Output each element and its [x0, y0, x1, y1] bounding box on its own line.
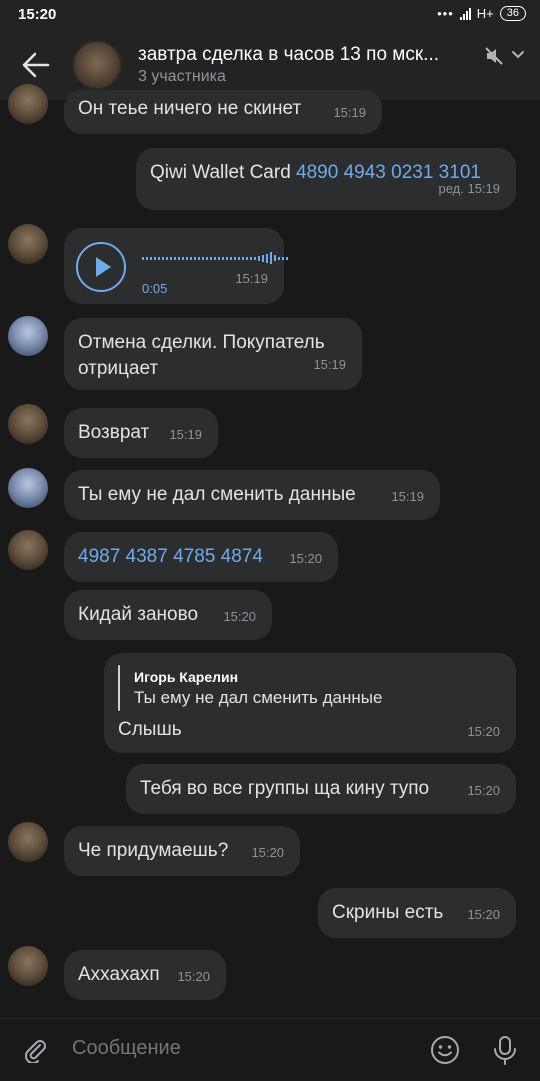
message-text: Кидай заново	[78, 604, 199, 625]
message-bubble[interactable]: Ты ему не дал сменить данные 15:19	[64, 470, 440, 520]
sender-avatar[interactable]	[8, 946, 48, 986]
smile-icon[interactable]	[430, 1035, 460, 1065]
message-text: Он теье ничего не скинет	[78, 98, 302, 119]
message-bubble[interactable]: 4987 4387 4785 4874 15:20	[64, 532, 338, 582]
message-time: 15:19	[391, 489, 424, 504]
message-bubble[interactable]: Че придумаешь? 15:20	[64, 826, 300, 876]
message-text: Скрины есть	[332, 902, 444, 923]
message-bubble[interactable]: Отмена сделки. Покупатель отрицает 15:19	[64, 318, 362, 390]
message-time: 15:20	[289, 551, 322, 566]
message-text-line: отрицает	[78, 358, 159, 379]
message-time: 15:20	[251, 845, 284, 860]
network-type: H+	[476, 6, 494, 21]
message-time: 15:20	[223, 609, 256, 624]
paperclip-icon[interactable]	[22, 1037, 48, 1063]
reply-bar	[118, 665, 120, 711]
message-time: 15:20	[177, 969, 210, 984]
message-text: Аххахахп	[78, 964, 160, 985]
battery-icon: 36	[499, 6, 526, 21]
message-composer	[0, 1018, 540, 1081]
message-text: Слышь	[118, 719, 182, 740]
voice-duration: 0:05	[142, 281, 168, 296]
message-time: ред. 15:19	[438, 181, 500, 196]
message-bubble-outgoing[interactable]: Тебя во все группы ща кину тупо 15:20	[126, 764, 516, 814]
microphone-icon[interactable]	[492, 1035, 518, 1065]
message-text-line: Отмена сделки. Покупатель	[78, 332, 325, 353]
chat-title[interactable]: завтра сделка в часов 13 по мск...	[138, 44, 478, 66]
message-text: Ты ему не дал сменить данные	[78, 484, 356, 505]
chevron-down-icon[interactable]	[510, 47, 526, 63]
message-bubble-outgoing-reply[interactable]: Игорь Карелин Ты ему не дал сменить данн…	[104, 653, 516, 753]
message-bubble[interactable]: Кидай заново 15:20	[64, 590, 272, 640]
message-time: 15:19	[169, 427, 202, 442]
sender-avatar[interactable]	[8, 224, 48, 264]
message-bubble-outgoing[interactable]: Скрины есть 15:20	[318, 888, 516, 938]
mute-icon[interactable]	[484, 46, 504, 66]
message-time: 15:20	[467, 907, 500, 922]
sender-avatar[interactable]	[8, 822, 48, 862]
message-text: Qiwi Wallet Card	[150, 162, 297, 183]
sender-avatar[interactable]	[8, 404, 48, 444]
voice-message[interactable]: 0:05 15:19	[64, 228, 288, 304]
status-time: 15:20	[18, 6, 57, 23]
chat-subtitle: 3 участника	[138, 68, 226, 85]
message-input[interactable]	[72, 1037, 402, 1060]
chat-avatar[interactable]	[72, 40, 122, 90]
message-bubble[interactable]: Он теье ничего не скинет 15:19	[64, 90, 382, 134]
message-time: 15:20	[467, 724, 500, 739]
message-bubble[interactable]: Возврат 15:19	[64, 408, 218, 458]
play-button[interactable]	[76, 242, 126, 292]
message-text: Тебя во все группы ща кину тупо	[140, 778, 430, 799]
message-bubble-outgoing[interactable]: Qiwi Wallet Card 4890 4943 0231 3101 ред…	[136, 148, 516, 210]
message-bubble[interactable]: Аххахахп 15:20	[64, 950, 226, 1000]
back-arrow-icon[interactable]	[22, 52, 50, 78]
message-time: 15:19	[313, 357, 346, 372]
sender-avatar[interactable]	[8, 316, 48, 356]
message-text: Возврат	[78, 422, 150, 443]
sender-avatar[interactable]	[8, 530, 48, 570]
status-indicators: ••• H+ 36	[437, 6, 526, 21]
card-number-link[interactable]: 4987 4387 4785 4874	[78, 546, 263, 567]
play-icon	[96, 257, 111, 277]
message-time: 15:19	[333, 105, 366, 120]
message-time: 15:19	[235, 271, 268, 286]
sender-avatar[interactable]	[8, 84, 48, 124]
reply-quote: Ты ему не дал сменить данные	[134, 688, 383, 707]
message-time: 15:20	[467, 783, 500, 798]
message-text: Че придумаешь?	[78, 840, 229, 861]
sender-avatar[interactable]	[8, 468, 48, 508]
status-bar: 15:20 ••• H+ 36	[0, 0, 540, 30]
voice-waveform[interactable]	[142, 250, 288, 266]
signal-icon	[459, 7, 471, 20]
status-dots: •••	[437, 6, 454, 21]
